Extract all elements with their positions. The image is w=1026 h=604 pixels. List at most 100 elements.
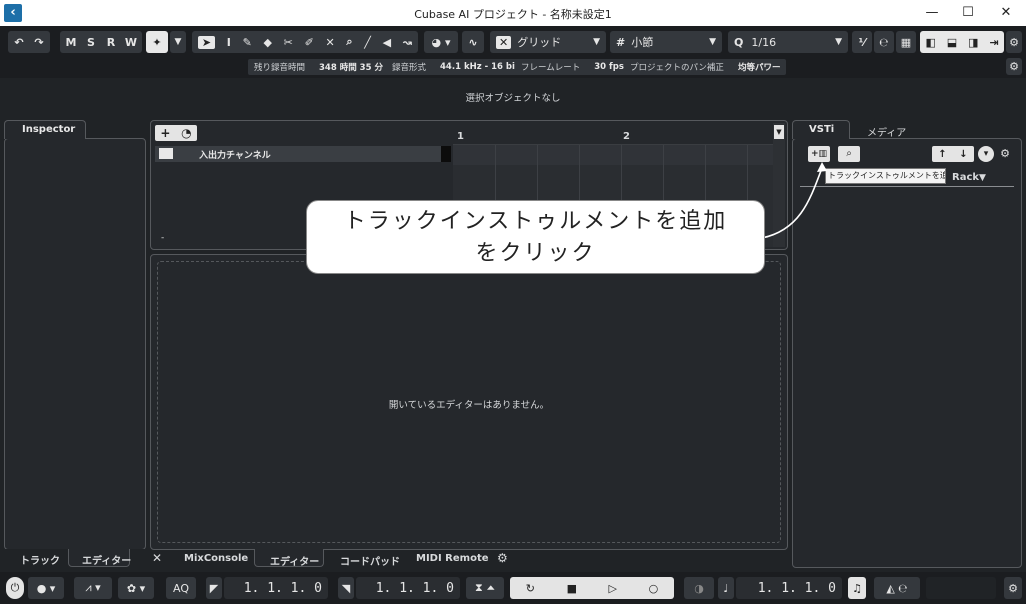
grid-type-value: 小節 (631, 36, 654, 49)
arrow-down-icon[interactable]: ↓ (959, 149, 967, 160)
left-locator-icon[interactable]: ◤ (206, 577, 222, 599)
solo-button[interactable]: S (81, 36, 101, 49)
info-line: 選択オブジェクトなし (0, 82, 1026, 116)
marker-field[interactable] (926, 577, 996, 599)
mute-tool-icon[interactable]: ✕ (326, 36, 335, 49)
position-time[interactable]: 1. 1. 1. 0 (736, 577, 842, 599)
gear-icon[interactable]: ⚙ (1004, 577, 1022, 599)
lower-zone-icon[interactable]: ⬓ (947, 36, 957, 49)
note-icon: ♩ (718, 577, 734, 599)
record-icon[interactable]: ○ (649, 582, 659, 595)
snap-type-value: グリッド (517, 36, 562, 49)
grid-icon: # (616, 35, 626, 49)
tab-media[interactable]: メディア (867, 124, 906, 139)
tempo-track-icon[interactable]: ◭ ℮ (874, 577, 920, 599)
fade-icon[interactable]: ◑ (684, 577, 714, 599)
mute-button[interactable]: M (61, 36, 81, 49)
gear-icon[interactable]: ⚙ (998, 146, 1012, 162)
framerate-value: 30 fps (594, 62, 624, 72)
rec-time-info[interactable]: 残り録音時間 348 時間 35 分 (248, 59, 389, 75)
constrain-delay-icon[interactable]: ✦ (146, 31, 168, 53)
chevron-down-icon: ▼ (709, 37, 716, 47)
autoscroll-icon[interactable]: ∿ (462, 31, 484, 53)
close-button[interactable]: ✕ (988, 3, 1024, 23)
add-track-button[interactable]: + (160, 126, 170, 140)
tab-mixconsole[interactable]: MixConsole (184, 553, 248, 564)
quantize-value: 1/16 (751, 35, 777, 49)
pencil-tool-icon[interactable]: ✎ (243, 36, 252, 49)
tab-vsti[interactable]: VSTi (792, 120, 850, 139)
chevron-down-icon[interactable]: ▼ (170, 31, 186, 53)
quantize-apply-icon[interactable]: ⅟ (852, 31, 872, 53)
grid-type-dropdown[interactable]: # 小節 ▼ (610, 31, 722, 53)
track-options-icon[interactable]: ◔ (181, 126, 191, 140)
punch-icon[interactable]: ⧗ ⏶ (466, 577, 504, 599)
chevron-down-icon[interactable]: ▼ (774, 125, 784, 139)
tab-track[interactable]: トラック (20, 552, 60, 567)
gear-icon[interactable]: ⚙ (1006, 58, 1022, 75)
gear-icon[interactable]: ⚙ (497, 551, 508, 565)
range-tool-icon[interactable]: Ⅰ (227, 36, 231, 49)
move-group: ↑ ↓ (932, 146, 974, 162)
tab-editor[interactable]: エディター (270, 553, 319, 568)
tool-group: ➤ Ⅰ ✎ ◆ ✂ ✐ ✕ ⌕ ╱ ◀ ↝ (192, 31, 418, 53)
maximize-button[interactable]: ☐ (950, 3, 986, 23)
left-locator-time[interactable]: 1. 1. 1. 0 (224, 577, 328, 599)
write-button[interactable]: W (121, 36, 141, 49)
tab-chord-pads[interactable]: コードパッド (340, 553, 400, 568)
metronome-dropdown[interactable]: ✿ ▾ (118, 577, 154, 599)
rec-time-label: 残り録音時間 (254, 63, 306, 73)
split-tool-icon[interactable]: ✂ (284, 36, 293, 49)
empty-editor-text: 開いているエディターはありません。 (388, 400, 550, 411)
aq-button[interactable]: AQ (166, 577, 196, 599)
pointer-tool-icon[interactable]: ➤ (197, 35, 216, 49)
gear-icon[interactable]: ⚙ (1006, 31, 1022, 53)
drumstick-tool-icon[interactable]: ↝ (403, 36, 412, 49)
track-row[interactable]: 入出力チャンネル (155, 146, 451, 162)
close-icon[interactable]: ✕ (152, 551, 162, 565)
read-button[interactable]: R (101, 36, 121, 49)
left-zone-icon[interactable]: ◧ (925, 36, 935, 49)
redo-button[interactable]: ↷ (29, 36, 49, 49)
audio-performance-icon[interactable]: ⩘ ▾ (74, 577, 112, 599)
activate-project-icon[interactable]: ⏻ (6, 577, 24, 599)
quantize-reset-icon[interactable]: ℮ (874, 31, 894, 53)
chevron-down-icon: ▼ (593, 37, 600, 47)
callout-line-1: トラックインストゥルメントを追加 (343, 209, 728, 234)
rack-label[interactable]: Rack (952, 172, 979, 183)
arrow-up-icon[interactable]: ↑ (938, 149, 946, 160)
track-name: 入出力チャンネル (199, 151, 271, 161)
export-icon[interactable]: ⇥ (989, 36, 998, 49)
chevron-down-icon[interactable]: ▼ (979, 173, 986, 183)
pan-law-info[interactable]: プロジェクトのパン補正 均等パワー (624, 59, 787, 75)
minimize-button[interactable]: — (914, 3, 950, 23)
click-icon[interactable]: ♫ (848, 577, 866, 599)
tab-editor-left[interactable]: エディター (82, 552, 131, 567)
line-tool-icon[interactable]: ╱ (364, 36, 371, 49)
color-tool-icon[interactable]: ◕ ▾ (424, 31, 458, 53)
search-icon[interactable]: ⌕ (838, 146, 860, 162)
framerate-info[interactable]: フレームレート 30 fps (515, 59, 630, 75)
right-zone-icon[interactable]: ◨ (968, 36, 978, 49)
play-tool-icon[interactable]: ◀ (383, 36, 391, 49)
tab-inspector[interactable]: Inspector (4, 120, 86, 139)
keyboard-icon[interactable]: ▦ (896, 31, 916, 53)
undo-button[interactable]: ↶ (9, 36, 29, 49)
glue-tool-icon[interactable]: ✐ (305, 36, 314, 49)
right-locator-time[interactable]: 1. 1. 1. 0 (356, 577, 460, 599)
collapse-icon[interactable]: ▾ (978, 146, 994, 162)
add-track-group: + ◔ (155, 125, 197, 141)
snap-type-dropdown[interactable]: ✕ グリッド ▼ (490, 31, 606, 53)
snap-icon: ✕ (496, 35, 512, 49)
tab-midi-remote[interactable]: MIDI Remote (416, 553, 489, 564)
right-locator-icon[interactable]: ◥ (338, 577, 354, 599)
eraser-tool-icon[interactable]: ◆ (263, 36, 271, 49)
ruler[interactable]: 1 2 (453, 123, 773, 145)
zoom-tool-icon[interactable]: ⌕ (346, 35, 352, 49)
cycle-icon[interactable]: ↻ (526, 582, 535, 595)
quantize-dropdown[interactable]: Q 1/16 ▼ (728, 31, 848, 53)
record-mode-dropdown[interactable]: ● ▾ (28, 577, 64, 599)
stop-icon[interactable]: ■ (567, 582, 577, 595)
play-icon[interactable]: ▷ (609, 582, 617, 595)
rec-format-info[interactable]: 録音形式 44.1 kHz - 16 bit (386, 59, 525, 75)
